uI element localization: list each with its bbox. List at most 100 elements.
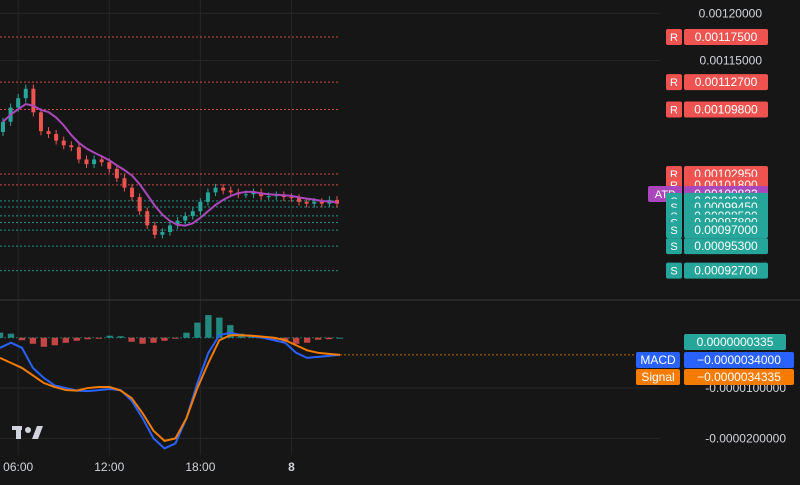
histogram-bar <box>18 337 26 341</box>
candle-body <box>69 145 74 148</box>
candle-body <box>92 159 97 165</box>
price-chart[interactable]: 0.001200000.00115000-0.0000100000-0.0000… <box>0 0 800 480</box>
candle <box>168 221 172 236</box>
candle-body <box>114 168 119 179</box>
histogram-bar <box>84 337 91 340</box>
candle-body <box>84 159 89 165</box>
resistance-price-tag[interactable]: R 0.00117500 <box>666 28 768 45</box>
resistance-price-tag[interactable]: R 0.00112700 <box>666 74 768 91</box>
histogram-bar <box>51 337 59 346</box>
candle-body <box>137 197 142 212</box>
candle-body <box>54 133 59 141</box>
y-axis-tick-label: 0.00115000 <box>699 54 762 68</box>
candle-body <box>16 98 21 108</box>
x-axis-tick-label: 06:00 <box>3 460 33 474</box>
candle <box>76 143 81 164</box>
tag-label: R <box>670 104 678 116</box>
candle-body <box>304 201 309 204</box>
histogram-bar <box>194 322 201 338</box>
tradingview-logo-icon <box>12 426 43 439</box>
candle-body <box>99 159 104 163</box>
histogram-bar <box>139 337 146 344</box>
support-price-tag[interactable]: S 0.00092700 <box>666 262 768 279</box>
candle-body <box>205 192 210 202</box>
macd-line <box>0 331 341 450</box>
candle-body <box>38 112 43 132</box>
histogram-bar <box>73 337 80 341</box>
candle-body <box>1 121 5 132</box>
y-axis-tick-label: 0.00120000 <box>699 6 763 20</box>
candle <box>69 141 74 152</box>
candle <box>130 183 135 201</box>
candle <box>221 183 226 195</box>
candle <box>205 188 210 206</box>
candle <box>38 108 43 136</box>
histogram-bar <box>0 332 4 338</box>
candle-body <box>228 190 233 193</box>
candle <box>190 207 195 220</box>
candle-body <box>221 187 226 191</box>
candle <box>152 221 157 239</box>
tag-label: Signal <box>641 370 674 384</box>
support-price-tag[interactable]: S 0.00095300 <box>666 238 768 255</box>
candle <box>137 193 142 215</box>
candle-body <box>213 187 218 193</box>
macd-value-tag[interactable]: MACD −0.0000034000 <box>636 352 794 368</box>
candle <box>54 129 59 145</box>
tag-value: 0.0000000335 <box>697 335 774 349</box>
resistance-price-tag[interactable]: R 0.00109800 <box>666 101 768 118</box>
candle <box>319 198 324 208</box>
tag-value: 0.00097000 <box>694 223 758 237</box>
candle <box>183 212 188 225</box>
tags-layer: R 0.00117500R 0.00112700R 0.00109800R 0.0010… <box>636 28 794 385</box>
x-axis-tick-label: 18:00 <box>185 460 215 474</box>
histogram-bar <box>40 337 48 347</box>
histogram-bar <box>172 337 179 339</box>
candle-body <box>289 197 294 199</box>
histogram-bar <box>336 337 344 339</box>
tag-value: 0.00117500 <box>695 30 758 44</box>
candle-body <box>76 147 81 160</box>
histogram-bar <box>128 337 135 342</box>
tag-value: −0.0000034335 <box>697 370 781 384</box>
candle <box>31 84 36 117</box>
chart-root[interactable]: 0.00120000 0.00115000 -0.0000100000 -0.0000… <box>0 0 800 480</box>
histogram-bar <box>95 337 102 339</box>
signal-value-tag[interactable]: Signal −0.0000034335 <box>636 369 794 385</box>
candles-layer <box>1 84 339 239</box>
histogram-bar <box>314 337 322 340</box>
tag-value: 0.00112700 <box>695 75 758 89</box>
histogram-bar <box>292 337 300 344</box>
candle <box>61 136 66 150</box>
x-axis-tick-label: 12:00 <box>94 460 124 474</box>
candle <box>122 174 127 192</box>
support-price-tag[interactable]: S 0.00097000 <box>666 222 768 239</box>
tag-value: −0.0000034000 <box>697 353 781 367</box>
candle <box>114 164 119 183</box>
candle <box>92 155 97 169</box>
candle-body <box>266 196 271 198</box>
candle-body <box>152 225 157 235</box>
candle-body <box>31 88 36 113</box>
candle <box>84 155 89 169</box>
candle-body <box>23 88 28 99</box>
tag-value: 0.00092700 <box>694 264 758 278</box>
candle-body <box>46 131 51 134</box>
histogram-bar <box>106 335 113 338</box>
candle <box>46 127 51 139</box>
histogram-bar <box>62 337 69 343</box>
histogram-bar <box>325 337 333 340</box>
candle-body <box>130 187 135 198</box>
tag-label: S <box>670 266 677 278</box>
candle-body <box>312 201 317 204</box>
histogram-bar <box>150 337 157 343</box>
candle-body <box>198 201 203 212</box>
histogram-bar <box>117 336 124 338</box>
candle <box>213 183 218 197</box>
histogram-value-tag[interactable]: 0.0000000335 <box>684 334 786 350</box>
tag-label: MACD <box>640 353 676 367</box>
histogram-bar <box>183 332 190 338</box>
histogram-bar <box>29 337 37 344</box>
tag-label: R <box>670 77 678 89</box>
candle-body <box>160 231 165 235</box>
